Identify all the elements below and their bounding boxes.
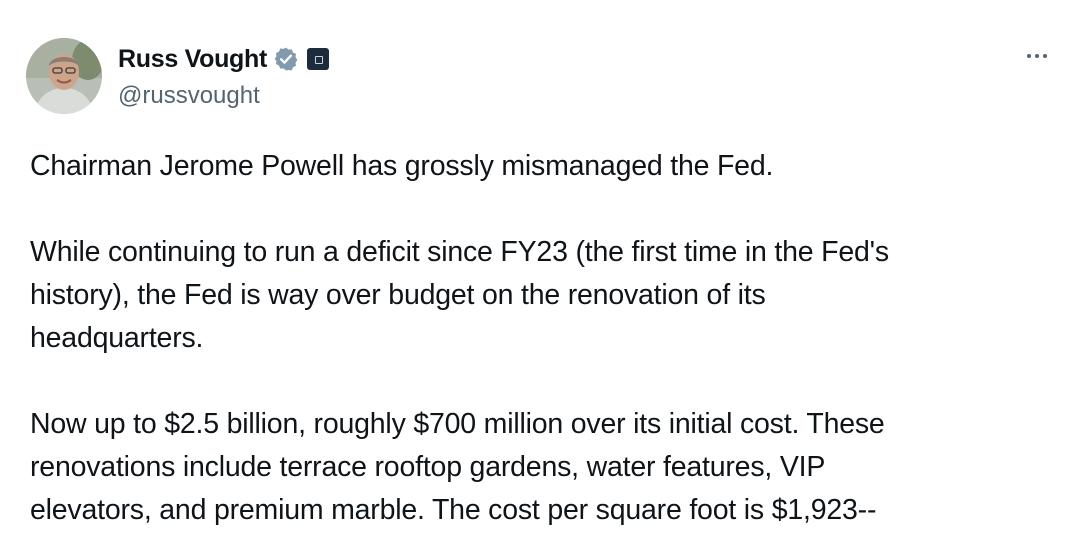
author-names: Russ Vought @russvought — [118, 42, 330, 110]
tweet-paragraph-1: Chairman Jerome Powell has grossly misma… — [30, 150, 774, 182]
name-row: Russ Vought — [118, 42, 330, 76]
affiliation-badge-icon[interactable] — [307, 48, 330, 70]
tweet-paragraph-2: While continuing to run a deficit since … — [30, 236, 889, 354]
tweet-header: Russ Vought @russvought — [26, 38, 330, 114]
avatar[interactable] — [26, 38, 102, 114]
tweet-card: Russ Vought @russvought Chairman Jerome … — [0, 0, 1080, 540]
author-display-name[interactable]: Russ Vought — [118, 45, 267, 74]
avatar-photo — [26, 38, 102, 114]
more-options-icon[interactable] — [1020, 44, 1054, 68]
dot — [1035, 54, 1039, 58]
tweet-text: Chairman Jerome Powell has grossly misma… — [30, 145, 1060, 532]
dot — [1027, 54, 1031, 58]
author-handle[interactable]: @russvought — [118, 82, 329, 110]
dot — [1043, 54, 1047, 58]
tweet-paragraph-3: Now up to $2.5 billion, roughly $700 mil… — [30, 408, 885, 526]
verified-badge-icon[interactable] — [273, 46, 299, 72]
